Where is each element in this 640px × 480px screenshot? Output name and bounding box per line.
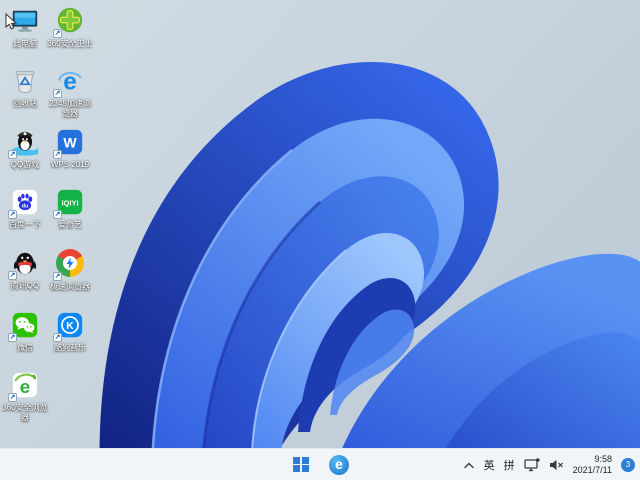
svg-text:du: du [22,203,29,209]
desktop-icon-2345-browser[interactable]: e ↗ 2345加速浏览器 [46,66,94,119]
shortcut-arrow-icon: ↗ [8,333,17,342]
chevron-up-icon [463,462,474,468]
taskbar-clock[interactable]: 9:58 2021/7/11 [573,454,612,475]
desktop-icon-label: 360安全卫士 [47,39,93,48]
shortcut-arrow-icon: ↗ [53,29,62,38]
clock-time: 9:58 [594,454,612,464]
desktop-icon-baidu[interactable]: du ↗ 百度一下 [1,187,49,230]
desktop-icon-kugou-music[interactable]: K ↗ 酷狗音乐 [46,310,94,353]
tray-chevron-button[interactable] [463,449,475,480]
baidu-icon: du ↗ [8,187,40,219]
desktop-icon-label: 爱奇艺 [58,220,82,229]
clock-date: 2021/7/11 [572,464,612,475]
wechat-icon: ↗ [8,310,40,342]
svg-text:e: e [20,376,30,397]
desktop-icon-label: 360安全浏览器 [2,403,48,422]
wps-2019-icon: W ↗ [53,127,85,159]
shortcut-arrow-icon: ↗ [8,210,17,219]
svg-text:iQIYI: iQIYI [61,198,78,207]
volume-button[interactable] [549,449,564,480]
360-safe-browser-icon: e ↗ [8,370,40,402]
shortcut-arrow-icon: ↗ [53,89,62,98]
desktop-icon-recycle-bin[interactable]: 回收站 [1,66,49,109]
shortcut-arrow-icon: ↗ [8,150,17,159]
recycle-bin-icon [10,66,40,96]
ime-pinyin-indicator[interactable]: 拼 [504,449,515,480]
desktop-icon-label: QQ游戏 [10,160,40,169]
windows-start-icon [293,456,309,473]
shortcut-arrow-icon: ↗ [53,272,62,281]
desktop-icon-qq-games[interactable]: ↗ QQ游戏 [1,127,49,170]
iqiyi-icon: iQIYI ↗ [53,187,85,219]
speed-browser-icon: ↗ [53,249,85,281]
desktop-icon-label: 酷狗音乐 [54,343,86,352]
desktop-icon-label: 极速浏览器 [50,282,90,291]
network-display-icon [523,457,540,471]
desktop-icon-tencent-qq[interactable]: ↗ 腾讯QQ [1,248,49,291]
taskbar: e 英 拼 9:58 2021/7/11 3 [0,448,640,480]
360-safety-icon: ↗ [53,6,85,38]
shortcut-arrow-icon: ↗ [53,333,62,342]
notification-badge[interactable]: 3 [621,457,635,472]
desktop-icon-360-safety[interactable]: ↗ 360安全卫士 [46,6,94,49]
desktop-icon-label: 微信 [17,343,33,352]
desktop-icon-label: 百度一下 [9,220,41,229]
desktop-icon-label: 此电脑 [13,39,37,48]
shortcut-arrow-icon: ↗ [8,393,17,402]
qq-games-icon: ↗ [8,127,40,159]
tencent-qq-icon: ↗ [8,248,40,280]
kugou-music-icon: K ↗ [53,310,85,342]
network-button[interactable] [523,449,540,480]
2345-browser-icon: e ↗ [53,66,85,98]
desktop-icon-label: 2345加速浏览器 [49,99,91,118]
desktop-icon-label: 腾讯QQ [10,281,40,290]
desktop-icon-wechat[interactable]: ↗ 微信 [1,310,49,353]
system-tray: 英 拼 9:58 2021/7/11 3 [463,449,635,480]
desktop-icon-iqiyi[interactable]: iQIYI ↗ 爱奇艺 [46,187,94,230]
svg-text:W: W [63,135,77,151]
shortcut-arrow-icon: ↗ [53,150,62,159]
shortcut-arrow-icon: ↗ [8,271,17,280]
taskbar-center-group: e [288,449,352,480]
browser-e-button[interactable]: e [326,452,352,478]
shortcut-arrow-icon: ↗ [53,210,62,219]
svg-text:K: K [66,321,74,332]
desktop-icon-speed-browser[interactable]: ↗ 极速浏览器 [46,248,94,292]
desktop-icon-360-safe-browser[interactable]: e ↗ 360安全浏览器 [1,370,49,423]
desktop-icon-label: WPS 2019 [50,160,90,169]
desktop-icon-wps-2019[interactable]: W ↗ WPS 2019 [46,127,94,170]
lightning-bolt-icon [66,257,74,269]
browser-e-icon: e [329,454,349,475]
desktop-icon-label: 回收站 [13,99,37,108]
volume-muted-icon [549,459,563,470]
start-button[interactable] [288,452,314,478]
ime-english-indicator[interactable]: 英 [484,449,495,480]
mouse-cursor [5,13,17,30]
wallpaper-bloom [0,0,640,480]
